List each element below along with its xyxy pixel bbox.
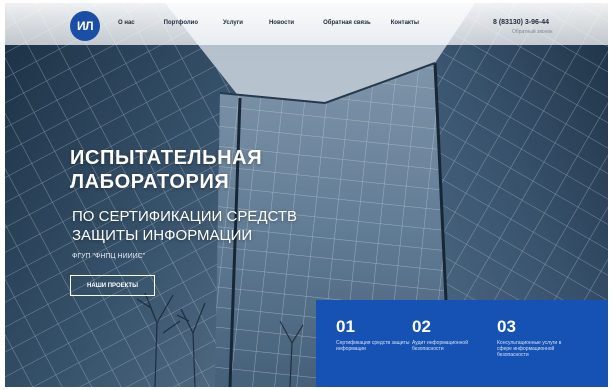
service-number: 02 [412, 317, 431, 336]
service-description: Аудит информационной безопасности [412, 340, 468, 352]
site-header: ИЛ О нас Портфолио Услуги Новости Обратн… [5, 3, 608, 45]
main-nav: О нас Портфолио Услуги Новости Обратная … [118, 20, 419, 26]
nav-item-about[interactable]: О нас [118, 20, 135, 26]
hero-title: ИСПЫТАТЕЛЬНАЯ ЛАБОРАТОРИЯ [70, 146, 262, 194]
nav-item-contacts[interactable]: Контакты [391, 20, 419, 26]
hero-subtitle-line-2: ЗАЩИТЫ ИНФОРМАЦИИ [72, 227, 253, 244]
service-description: Консультационные услуги в сфере информац… [497, 340, 562, 358]
service-number: 03 [497, 317, 516, 336]
nav-item-news[interactable]: Новости [269, 20, 294, 26]
phone-number[interactable]: 8 (83130) 3-96-44 [493, 19, 549, 26]
nav-item-portfolio[interactable]: Портфолио [164, 20, 198, 26]
nav-item-services[interactable]: Услуги [223, 20, 243, 26]
service-description: Сертификация средств защиты информации [336, 340, 410, 352]
hero-title-line-1: ИСПЫТАТЕЛЬНАЯ [70, 147, 263, 169]
our-projects-button[interactable]: НАШИ ПРОЕКТЫ [70, 275, 155, 296]
nav-item-feedback[interactable]: Обратная связь [323, 20, 371, 26]
callback-link[interactable]: Обратный звонок [512, 29, 552, 35]
service-number: 01 [336, 317, 355, 336]
services-panel: 01 Сертификация средств защиты информаци… [316, 300, 608, 387]
page: ИЛ О нас Портфолио Услуги Новости Обратн… [5, 3, 608, 387]
hero-subtitle-line-1: ПО СЕРТИФИКАЦИИ СРЕДСТВ [72, 208, 297, 225]
hero-title-line-2: ЛАБОРАТОРИЯ [70, 171, 230, 193]
hero-subtitle: ПО СЕРТИФИКАЦИИ СРЕДСТВ ЗАЩИТЫ ИНФОРМАЦИ… [72, 207, 297, 245]
organization-name: ФГУП "ФНПЦ НИИИС" [72, 253, 146, 260]
logo[interactable]: ИЛ [70, 11, 100, 41]
